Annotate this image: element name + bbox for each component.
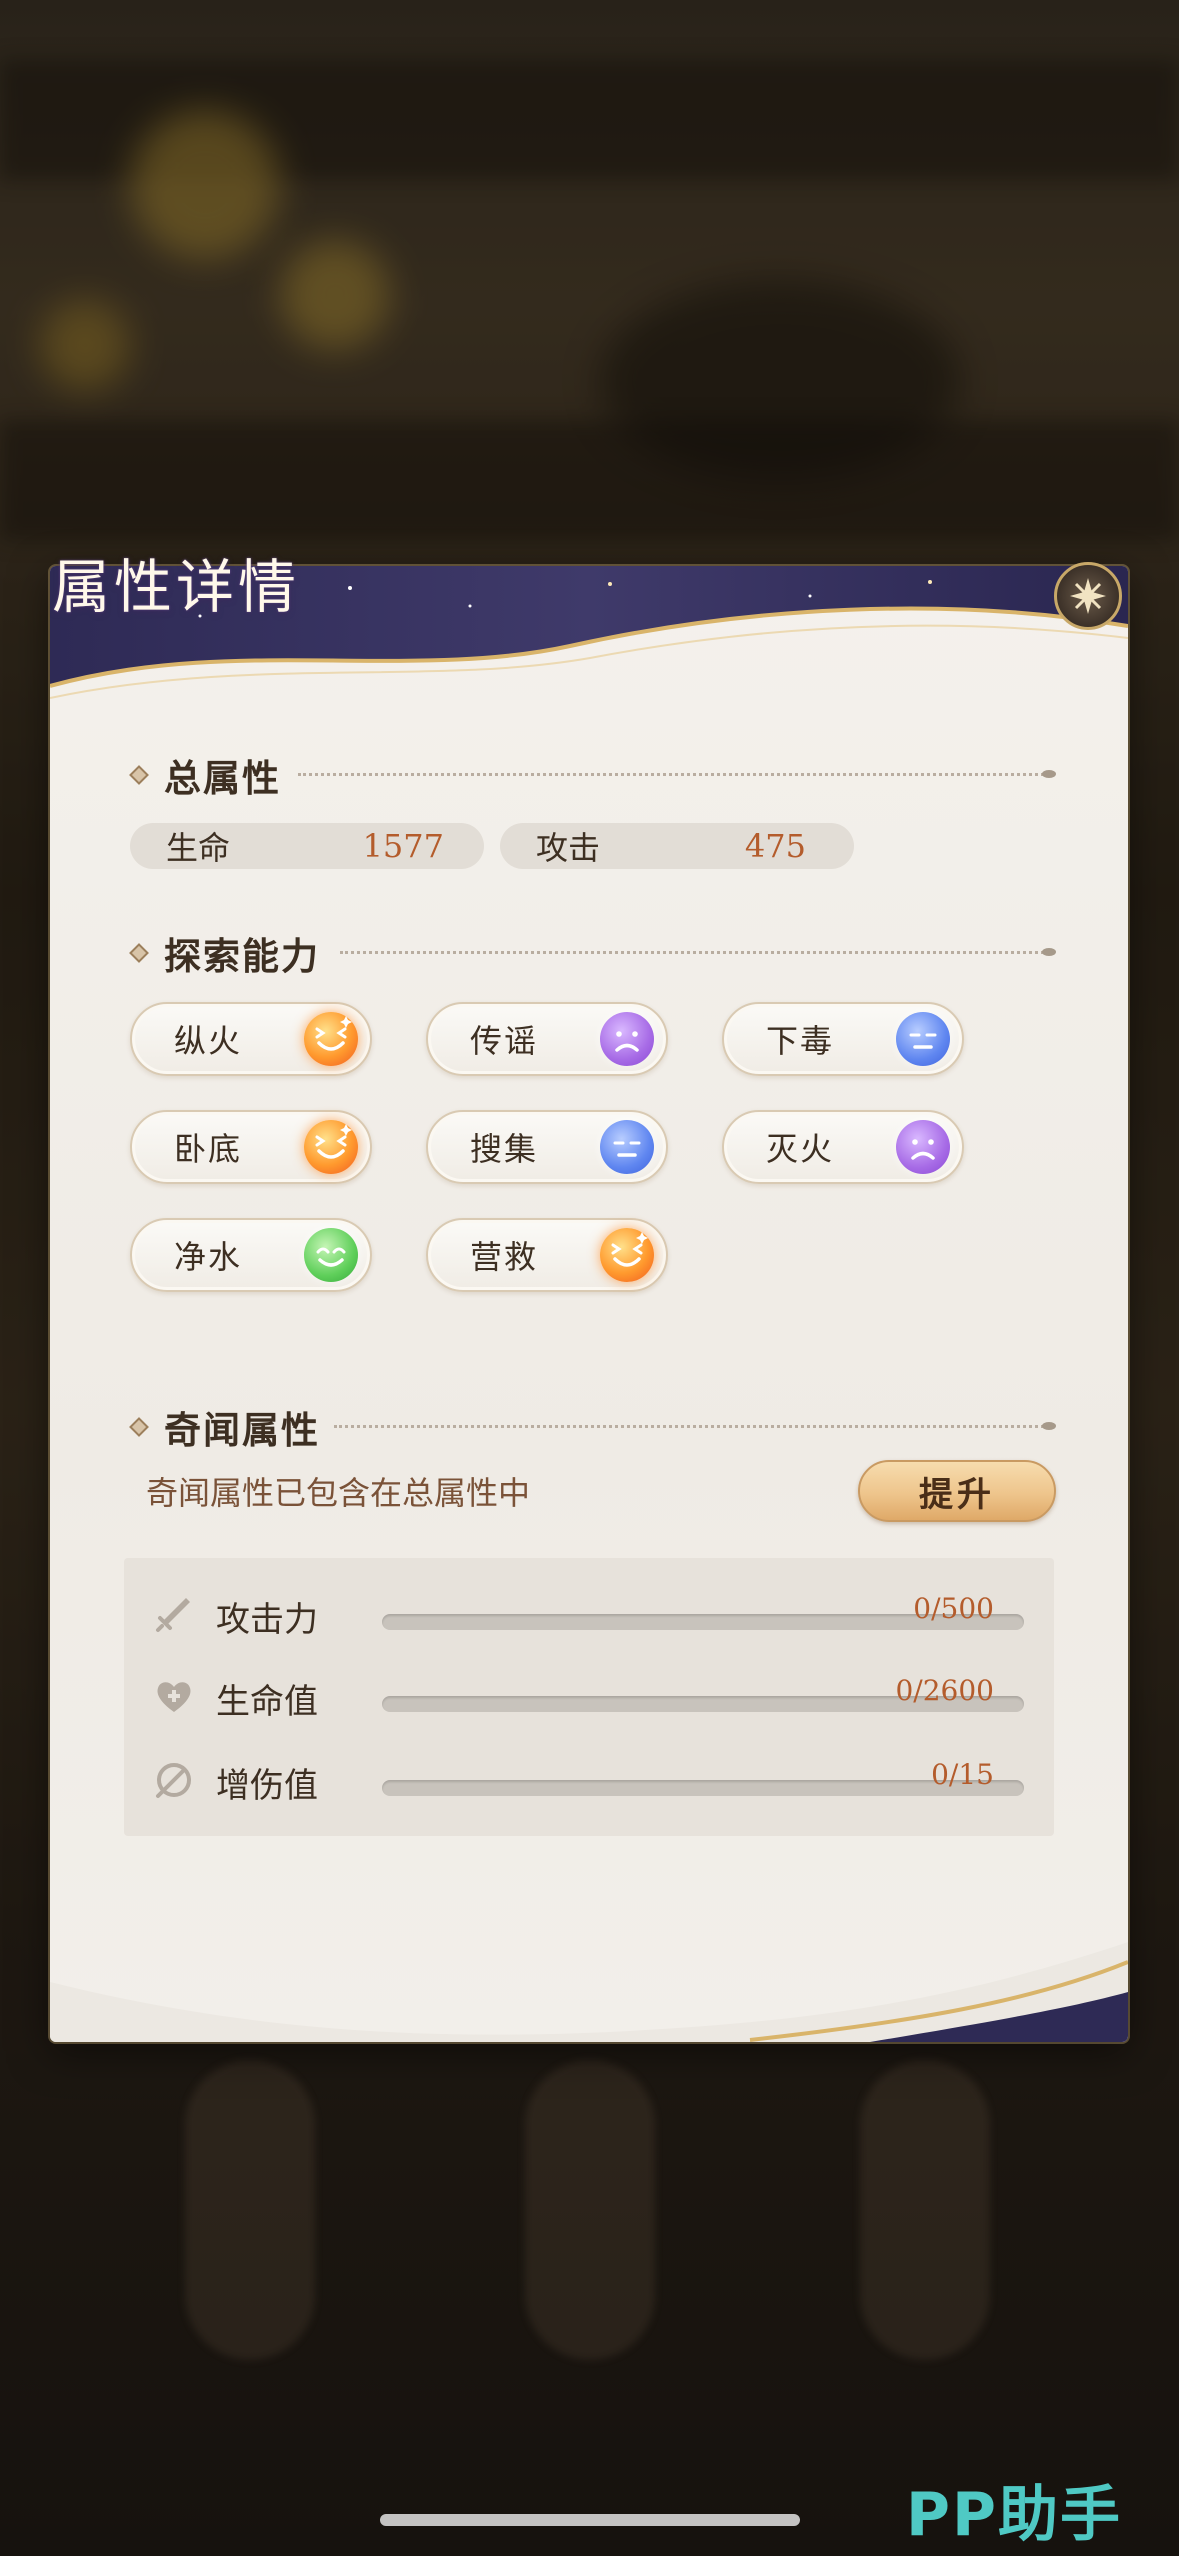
ability-name: 卧底 <box>174 1130 243 1168</box>
ability-name: 传谣 <box>470 1022 539 1060</box>
bonus-label: 攻击力 <box>216 1600 318 1640</box>
bonus-value: 0/15 <box>931 1758 994 1791</box>
bonus-value: 0/2600 <box>895 1674 994 1707</box>
mood-excited-icon <box>600 1228 654 1282</box>
section-total: 总属性 <box>129 748 281 802</box>
bonus-row-hp: 生命值 0/2600 <box>124 1666 1054 1726</box>
sword-icon <box>156 1598 190 1632</box>
ability-name: 灭火 <box>766 1130 835 1168</box>
bonus-label: 生命值 <box>216 1682 318 1722</box>
section-divider <box>298 770 1056 778</box>
home-indicator[interactable] <box>380 2514 800 2526</box>
mood-excited-icon <box>304 1120 358 1174</box>
ability-name: 净水 <box>174 1238 243 1276</box>
close-icon <box>1070 578 1106 614</box>
stat-hp: 生命 1577 <box>130 823 484 869</box>
ability-chip[interactable]: 卧底 <box>130 1110 372 1184</box>
section-title: 奇闻属性 <box>164 1409 320 1452</box>
section-divider <box>340 948 1056 956</box>
bonus-label: 增伤值 <box>216 1766 318 1806</box>
mood-happy-icon <box>304 1228 358 1282</box>
damage-boost-icon <box>156 1763 191 1798</box>
diamond-bullet-icon <box>129 765 149 785</box>
mood-sad-icon <box>896 1120 950 1174</box>
ability-chip[interactable]: 传谣 <box>426 1002 668 1076</box>
bonus-row-attack: 攻击力 0/500 <box>124 1584 1054 1644</box>
qiwen-description: 奇闻属性已包含在总属性中 <box>146 1474 531 1512</box>
close-button[interactable] <box>1054 562 1122 630</box>
section-explore: 探索能力 <box>129 926 320 980</box>
panel-footer-decoration <box>50 1942 1128 2042</box>
mood-neutral-icon <box>600 1120 654 1174</box>
bonus-progress-bar: 0/500 <box>382 1592 1024 1630</box>
mood-neutral-icon <box>896 1012 950 1066</box>
stat-attack: 攻击 475 <box>500 823 854 869</box>
diamond-bullet-icon <box>129 943 149 963</box>
section-title: 总属性 <box>164 757 281 800</box>
mood-sad-icon <box>600 1012 654 1066</box>
upgrade-button[interactable]: 提升 <box>858 1460 1056 1522</box>
bg-ghost-slot <box>860 2060 990 2360</box>
bonus-progress-bar: 0/15 <box>382 1758 1024 1796</box>
ability-chip[interactable]: 搜集 <box>426 1110 668 1184</box>
stat-value: 475 <box>744 827 806 865</box>
bonus-row-damage: 增伤值 0/15 <box>124 1750 1054 1810</box>
stat-value: 1577 <box>362 827 444 865</box>
bg-ghost-slot <box>525 2060 655 2360</box>
mood-excited-icon <box>304 1012 358 1066</box>
ability-name: 营救 <box>470 1238 539 1276</box>
bg-ghost-slot <box>185 2060 315 2360</box>
bonus-value: 0/500 <box>913 1592 994 1625</box>
diamond-bullet-icon <box>129 1417 149 1437</box>
ability-chip[interactable]: 下毒 <box>722 1002 964 1076</box>
ability-chip[interactable]: 营救 <box>426 1218 668 1292</box>
section-divider <box>334 1422 1056 1430</box>
stat-label: 攻击 <box>536 829 601 867</box>
ability-chip[interactable]: 灭火 <box>722 1110 964 1184</box>
ability-name: 下毒 <box>766 1022 835 1060</box>
ability-name: 纵火 <box>174 1022 243 1060</box>
ability-chip[interactable]: 净水 <box>130 1218 372 1292</box>
ability-name: 搜集 <box>470 1130 539 1168</box>
section-title: 探索能力 <box>164 935 320 978</box>
bonus-progress-bar: 0/2600 <box>382 1674 1024 1712</box>
qiwen-bonus-panel: 攻击力 0/500 生命值 0/2600 增伤值 0/15 <box>124 1558 1054 1836</box>
stat-label: 生命 <box>166 829 231 867</box>
watermark: PP助手 <box>906 2480 1122 2550</box>
dialog-title: 属性详情 <box>52 553 301 621</box>
section-qiwen: 奇闻属性 <box>129 1400 320 1454</box>
ability-chip[interactable]: 纵火 <box>130 1002 372 1076</box>
heart-plus-icon <box>157 1682 191 1712</box>
